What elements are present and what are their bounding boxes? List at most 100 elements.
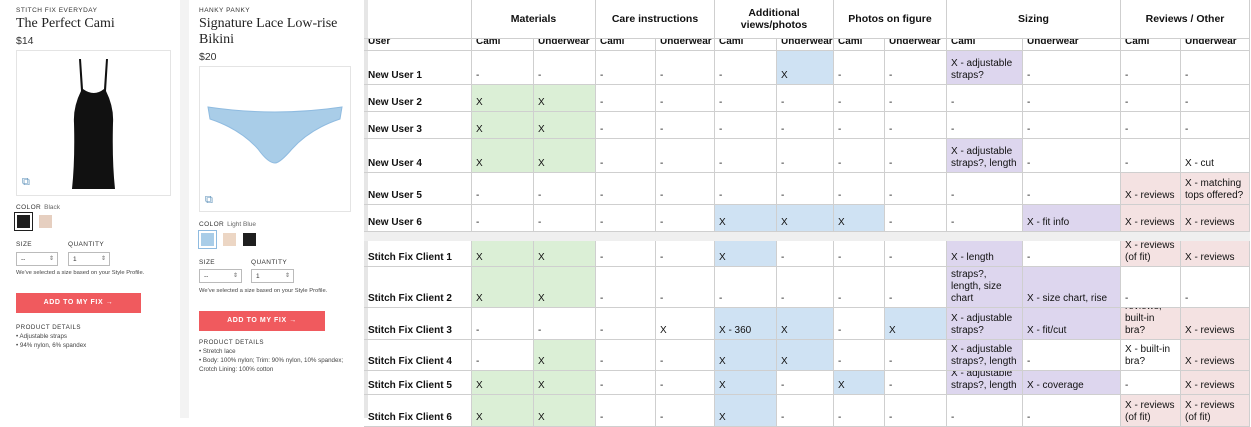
table-cell[interactable]: -: [1023, 51, 1121, 85]
table-cell[interactable]: -: [656, 241, 715, 267]
table-cell[interactable]: -: [596, 51, 656, 85]
table-cell[interactable]: -: [715, 51, 777, 85]
table-cell[interactable]: X: [834, 371, 885, 395]
group-header[interactable]: Materials: [472, 0, 596, 39]
table-cell[interactable]: X: [472, 267, 534, 308]
size-select[interactable]: -- ⇕: [199, 269, 242, 283]
table-cell[interactable]: -: [947, 85, 1023, 112]
user-header[interactable]: User: [364, 39, 472, 51]
table-cell[interactable]: X - reviews: [1121, 205, 1181, 232]
table-cell[interactable]: -: [1023, 173, 1121, 205]
table-cell[interactable]: -: [534, 205, 596, 232]
table-cell[interactable]: -: [834, 395, 885, 427]
table-cell[interactable]: -: [834, 85, 885, 112]
table-cell[interactable]: X - fit info: [1023, 205, 1121, 232]
table-cell[interactable]: -: [1121, 371, 1181, 395]
table-cell[interactable]: X: [534, 371, 596, 395]
row-user-label[interactable]: Stitch Fix Client 5: [364, 371, 472, 395]
table-cell[interactable]: X - size chart, rise: [1023, 267, 1121, 308]
table-cell[interactable]: -: [834, 173, 885, 205]
table-cell[interactable]: X: [715, 340, 777, 371]
column-header[interactable]: Underwear: [1181, 39, 1250, 51]
table-cell[interactable]: X - adjustable straps?: [947, 308, 1023, 340]
row-user-label[interactable]: Stitch Fix Client 2: [364, 267, 472, 308]
quantity-select[interactable]: 1 ⇕: [251, 269, 294, 283]
table-cell[interactable]: -: [1023, 395, 1121, 427]
add-to-my-fix-button[interactable]: ADD TO MY FIX →: [16, 293, 141, 313]
table-cell[interactable]: -: [885, 51, 947, 85]
swatch-black[interactable]: [243, 233, 256, 246]
row-user-label[interactable]: New User 4: [364, 139, 472, 173]
table-cell[interactable]: -: [1121, 112, 1181, 139]
table-cell[interactable]: -: [947, 112, 1023, 139]
table-cell[interactable]: -: [656, 267, 715, 308]
table-cell[interactable]: X - adjustable straps?, length: [947, 139, 1023, 173]
row-user-label[interactable]: New User 3: [364, 112, 472, 139]
table-cell[interactable]: X - matching tops offered?: [1181, 173, 1250, 205]
table-cell[interactable]: -: [777, 371, 834, 395]
table-cell[interactable]: -: [656, 85, 715, 112]
table-cell[interactable]: -: [885, 85, 947, 112]
group-header[interactable]: Additional views/photos: [715, 0, 834, 39]
table-cell[interactable]: -: [834, 267, 885, 308]
table-cell[interactable]: -: [1023, 241, 1121, 267]
table-cell[interactable]: X - reviews, built-in bra?: [1121, 308, 1181, 340]
column-header[interactable]: Underwear: [656, 39, 715, 51]
table-cell[interactable]: X: [534, 112, 596, 139]
table-cell[interactable]: X: [656, 308, 715, 340]
table-cell[interactable]: -: [834, 112, 885, 139]
table-cell[interactable]: -: [656, 371, 715, 395]
table-cell[interactable]: -: [1121, 139, 1181, 173]
row-user-label[interactable]: Stitch Fix Client 4: [364, 340, 472, 371]
table-cell[interactable]: -: [534, 173, 596, 205]
row-user-label[interactable]: New User 2: [364, 85, 472, 112]
table-cell[interactable]: -: [947, 173, 1023, 205]
table-cell[interactable]: -: [777, 85, 834, 112]
column-header[interactable]: Underwear: [534, 39, 596, 51]
table-cell[interactable]: X - reviews (of fit): [1121, 241, 1181, 267]
group-header[interactable]: Photos on figure: [834, 0, 947, 39]
table-cell[interactable]: X: [472, 85, 534, 112]
row-user-label[interactable]: Stitch Fix Client 1: [364, 241, 472, 267]
table-cell[interactable]: X: [534, 267, 596, 308]
column-header[interactable]: Underwear: [1023, 39, 1121, 51]
table-cell[interactable]: X - coverage: [1023, 371, 1121, 395]
swatch-nude[interactable]: [223, 233, 236, 246]
table-cell[interactable]: -: [656, 139, 715, 173]
table-cell[interactable]: -: [885, 267, 947, 308]
table-cell[interactable]: -: [715, 173, 777, 205]
table-cell[interactable]: -: [715, 112, 777, 139]
table-cell[interactable]: -: [534, 51, 596, 85]
table-cell[interactable]: -: [656, 112, 715, 139]
table-cell[interactable]: -: [596, 85, 656, 112]
add-to-my-fix-button[interactable]: ADD TO MY FIX →: [199, 311, 325, 331]
table-cell[interactable]: -: [885, 139, 947, 173]
row-user-label[interactable]: New User 1: [364, 51, 472, 85]
table-cell[interactable]: -: [1181, 112, 1250, 139]
product-image[interactable]: [16, 50, 171, 196]
swatch-nude[interactable]: [39, 215, 52, 228]
table-cell[interactable]: X - built-in bra?: [1121, 340, 1181, 371]
table-cell[interactable]: X: [534, 395, 596, 427]
table-cell[interactable]: X: [885, 308, 947, 340]
table-cell[interactable]: -: [885, 241, 947, 267]
table-cell[interactable]: -: [885, 173, 947, 205]
table-cell[interactable]: X: [715, 241, 777, 267]
row-user-label[interactable]: New User 6: [364, 205, 472, 232]
group-header[interactable]: Reviews / Other: [1121, 0, 1250, 39]
table-cell[interactable]: X: [715, 205, 777, 232]
table-cell[interactable]: X: [534, 340, 596, 371]
table-cell[interactable]: X: [472, 395, 534, 427]
table-cell[interactable]: -: [472, 205, 534, 232]
table-cell[interactable]: X - fit/cut: [1023, 308, 1121, 340]
column-header[interactable]: Cami: [715, 39, 777, 51]
column-header[interactable]: Cami: [1121, 39, 1181, 51]
table-cell[interactable]: -: [656, 340, 715, 371]
group-header[interactable]: Sizing: [947, 0, 1121, 39]
table-cell[interactable]: X - reviews: [1181, 308, 1250, 340]
column-header[interactable]: Underwear: [885, 39, 947, 51]
table-cell[interactable]: -: [656, 205, 715, 232]
table-cell[interactable]: -: [834, 340, 885, 371]
table-cell[interactable]: X: [834, 205, 885, 232]
row-user-label[interactable]: Stitch Fix Client 3: [364, 308, 472, 340]
